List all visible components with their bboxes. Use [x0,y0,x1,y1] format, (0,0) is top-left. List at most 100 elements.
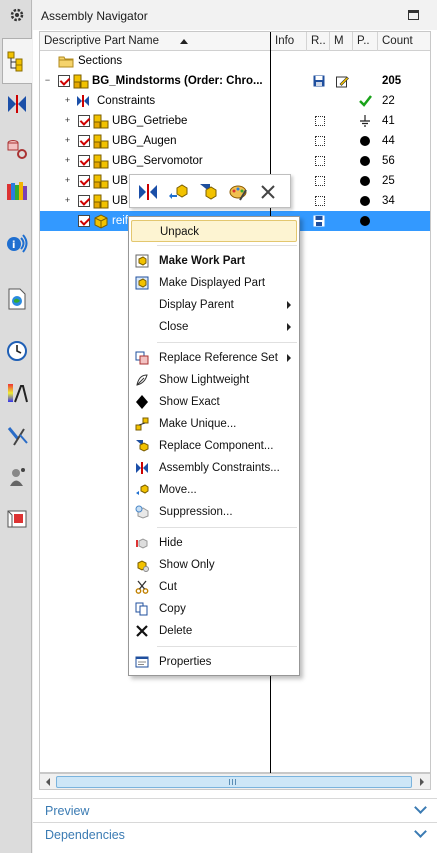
part-navigator-icon[interactable] [6,138,28,160]
scrollbar-thumb[interactable] [56,776,412,788]
menu-item-assembly-constraints[interactable]: Assembly Constraints... [131,457,297,479]
tree-row-subassembly[interactable]: + UBG_Getriebe 41 [40,111,430,131]
menu-item-unpack[interactable]: Unpack [131,220,297,242]
menu-item-display-parent[interactable]: Display Parent [131,294,297,316]
copy-icon [135,602,149,616]
menu-item-show-only[interactable]: Show Only [131,554,297,576]
visibility-checkbox[interactable] [78,115,90,127]
expand-icon[interactable]: + [64,156,71,165]
manufacturing-icon[interactable] [6,508,28,530]
tree-row-sections[interactable]: Sections [40,51,430,71]
roles-icon[interactable] [6,425,28,447]
assembly-constraints-icon [135,461,149,475]
menu-item-replace-component[interactable]: Replace Component... [131,435,297,457]
replace-component-icon [135,439,149,453]
menu-item-label: Move... [159,484,197,496]
folder-icon [58,51,74,71]
row-label: UBG_Getriebe [112,115,188,127]
visibility-checkbox[interactable] [78,175,90,187]
system-scenes-icon[interactable] [6,466,28,488]
visibility-checkbox[interactable] [78,135,90,147]
assembly-icon [93,111,109,131]
collapse-icon[interactable]: − [44,76,51,85]
chevron-down-icon[interactable] [414,801,427,814]
visibility-checkbox[interactable] [58,75,70,87]
menu-item-copy[interactable]: Copy [131,598,297,620]
svg-text:i: i [12,240,15,251]
menu-item-suppression[interactable]: Suppression... [131,501,297,523]
position-status-dot [360,196,370,206]
menu-item-label: Make Displayed Part [159,277,266,289]
tree-row-subassembly[interactable]: + UBG_Servomotor 56 [40,151,430,171]
dependencies-label: Dependencies [45,828,125,842]
green-check-icon [359,91,372,111]
replace-reference-set-icon [135,351,149,365]
maximize-icon[interactable] [408,10,419,20]
menu-item-cut[interactable]: Cut [131,576,297,598]
expand-icon[interactable]: + [64,196,71,205]
expand-icon[interactable]: + [64,136,71,145]
menu-item-show-lightweight[interactable]: Show Lightweight [131,369,297,391]
visibility-checkbox[interactable] [78,215,90,227]
column-count[interactable]: Count [378,32,430,51]
chevron-down-icon[interactable] [414,825,427,838]
history-icon[interactable] [6,340,28,362]
column-descriptive-part-name[interactable]: Descriptive Part Name [40,32,271,51]
assembly-icon [93,171,109,191]
expand-icon[interactable]: + [64,116,71,125]
hd3d-tools-icon[interactable]: i [6,232,28,254]
row-label: BG_Mindstorms (Order: Chro... [92,75,263,87]
menu-item-show-exact[interactable]: Show Exact [131,391,297,413]
menu-item-make-work-part[interactable]: Make Work Part [131,250,297,272]
expand-icon[interactable]: + [64,96,71,105]
menu-item-replace-reference-set[interactable]: Replace Reference Set [131,347,297,369]
save-disk-icon [313,211,325,231]
preview-section[interactable]: Preview [33,798,437,821]
scissors-icon [135,580,149,594]
constraint-tool-icon[interactable] [136,180,160,204]
submenu-arrow-icon [287,301,291,309]
ground-constraint-icon [359,111,371,131]
visibility-checkbox[interactable] [78,195,90,207]
constraint-navigator-icon[interactable] [6,93,28,115]
settings-gear-icon[interactable] [6,4,28,26]
menu-item-delete[interactable]: Delete [131,620,297,642]
row-label: UBG_Servomotor [112,155,203,167]
menu-item-make-displayed-part[interactable]: Make Displayed Part [131,272,297,294]
column-read-only[interactable]: R.. [307,32,330,51]
replace-component-icon[interactable] [196,180,220,204]
menu-separator [157,245,297,246]
tree-row-root-assembly[interactable]: − BG_Mindstorms (Order: Chro... 205 [40,71,430,91]
assembly-icon [93,151,109,171]
edit-display-icon[interactable] [226,180,250,204]
menu-item-close[interactable]: Close [131,316,297,338]
exact-diamond-icon [135,395,149,409]
menu-item-make-unique[interactable]: Make Unique... [131,413,297,435]
scroll-left-icon[interactable] [42,776,54,788]
column-position[interactable]: P.. [353,32,378,51]
readonly-indicator [315,176,325,186]
tree-row-subassembly[interactable]: + UBG_Augen 44 [40,131,430,151]
reuse-library-icon[interactable] [6,180,28,202]
assembly-navigator-icon[interactable] [6,50,28,72]
horizontal-scrollbar[interactable] [39,773,431,790]
menu-item-move[interactable]: Move... [131,479,297,501]
assembly-icon [73,71,89,91]
close-icon[interactable] [256,180,280,204]
column-modified[interactable]: M [330,32,353,51]
scroll-right-icon[interactable] [416,776,428,788]
expand-icon[interactable]: + [64,176,71,185]
dependencies-section[interactable]: Dependencies [33,822,437,845]
row-label: Sections [78,55,123,67]
menu-item-hide[interactable]: Hide [131,532,297,554]
column-info[interactable]: Info [271,32,307,51]
context-menu: Unpack Make Work Part Make Displayed Par… [128,216,300,676]
tree-row-constraints[interactable]: + Constraints 22 [40,91,430,111]
web-browser-icon[interactable] [6,288,28,310]
visibility-checkbox[interactable] [78,155,90,167]
process-studio-icon[interactable] [6,382,28,404]
move-component-icon[interactable] [166,180,190,204]
save-disk-icon [313,71,325,91]
menu-item-label: Cut [159,581,177,593]
menu-item-properties[interactable]: Properties [131,651,297,673]
